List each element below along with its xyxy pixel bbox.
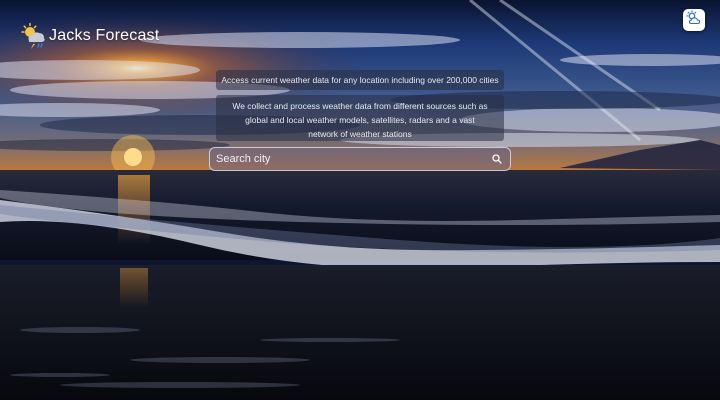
app-page: Jacks Forecast Access current weather da… bbox=[0, 0, 720, 400]
info-text-sources: We collect and process weather data from… bbox=[232, 101, 488, 139]
weather-button[interactable] bbox=[683, 9, 705, 31]
info-box-sources: We collect and process weather data from… bbox=[216, 95, 504, 141]
info-box-coverage: Access current weather data for any loca… bbox=[216, 70, 504, 90]
background-image bbox=[0, 0, 720, 400]
search-input[interactable] bbox=[210, 148, 490, 170]
search-icon[interactable] bbox=[490, 152, 504, 166]
sun-cloud-icon bbox=[686, 9, 702, 31]
sun-cloud-rain-icon bbox=[20, 22, 48, 50]
app-title: Jacks Forecast bbox=[49, 27, 160, 44]
search-bar bbox=[209, 147, 511, 171]
info-text-coverage: Access current weather data for any loca… bbox=[221, 75, 499, 85]
app-logo[interactable]: Jacks Forecast bbox=[20, 22, 159, 50]
